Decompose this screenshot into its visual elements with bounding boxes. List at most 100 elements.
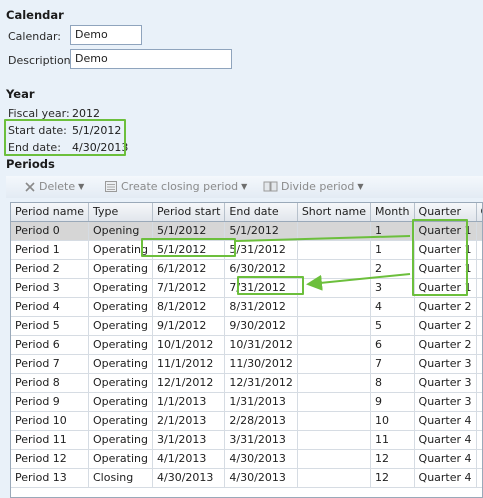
table-cell[interactable]: 12 <box>370 449 415 469</box>
table-cell[interactable]: 7/1/2012 <box>152 278 226 298</box>
table-cell[interactable]: Quarter 4 <box>414 430 477 450</box>
table-cell[interactable]: Quarter 4 <box>414 449 477 469</box>
table-cell[interactable]: Quarter 3 <box>414 392 477 412</box>
table-cell[interactable] <box>476 335 482 355</box>
table-cell[interactable]: Period 12 <box>11 449 89 469</box>
table-cell[interactable]: 12/31/2012 <box>224 373 298 393</box>
column-header[interactable]: End date <box>224 203 298 222</box>
table-cell[interactable]: 8/31/2012 <box>224 297 298 317</box>
table-cell[interactable]: Period 8 <box>11 373 89 393</box>
table-cell[interactable]: Quarter 2 <box>414 316 477 336</box>
table-cell[interactable] <box>297 316 372 336</box>
table-cell[interactable] <box>476 278 482 298</box>
table-cell[interactable]: 8 <box>370 373 415 393</box>
table-cell[interactable] <box>297 297 372 317</box>
table-cell[interactable]: Operating <box>88 335 153 355</box>
table-row[interactable]: Period 11 Operating 3/1/2013 3/31/2013 11 Qua… <box>11 430 482 450</box>
table-cell[interactable] <box>476 373 482 393</box>
table-cell[interactable]: Period 13 <box>11 468 89 488</box>
table-cell[interactable]: Operating <box>88 316 153 336</box>
table-cell[interactable] <box>476 449 482 469</box>
table-cell[interactable]: Period 4 <box>11 297 89 317</box>
table-cell[interactable] <box>297 278 372 298</box>
table-cell[interactable] <box>297 411 372 431</box>
table-cell[interactable]: 9/30/2012 <box>224 316 298 336</box>
column-header[interactable]: Period name <box>11 203 89 222</box>
table-cell[interactable] <box>476 392 482 412</box>
table-cell[interactable]: Operating <box>88 411 153 431</box>
table-cell[interactable]: 4/30/2013 <box>152 468 226 488</box>
table-cell[interactable] <box>297 468 372 488</box>
table-cell[interactable]: 1 <box>370 240 415 260</box>
table-cell[interactable]: 10 <box>370 411 415 431</box>
table-cell[interactable] <box>297 354 372 374</box>
table-cell[interactable]: Operating <box>88 259 153 279</box>
table-cell[interactable]: Operating <box>88 354 153 374</box>
table-cell[interactable]: Period 9 <box>11 392 89 412</box>
table-cell[interactable]: 10/31/2012 <box>224 335 298 355</box>
table-cell[interactable] <box>297 335 372 355</box>
table-cell[interactable]: 1/31/2013 <box>224 392 298 412</box>
table-row[interactable]: Period 4 Operating 8/1/2012 8/31/2012 4 Quart… <box>11 297 482 317</box>
table-cell[interactable] <box>476 354 482 374</box>
table-cell[interactable]: Quarter 2 <box>414 297 477 317</box>
table-cell[interactable]: Closing <box>88 468 153 488</box>
table-cell[interactable] <box>476 316 482 336</box>
table-cell[interactable] <box>476 468 482 488</box>
column-header[interactable]: Short name <box>297 203 372 222</box>
table-cell[interactable] <box>476 221 482 241</box>
description-field[interactable]: Demo <box>70 49 232 69</box>
table-cell[interactable]: Period 6 <box>11 335 89 355</box>
table-cell[interactable]: 1/1/2013 <box>152 392 226 412</box>
table-cell[interactable]: Operating <box>88 392 153 412</box>
delete-button[interactable]: Delete ▼ <box>24 180 84 193</box>
table-row[interactable]: Period 13 Closing 4/30/2013 4/30/2013 12 Quar… <box>11 468 482 488</box>
divide-period-button[interactable]: Divide period ▼ <box>263 180 364 193</box>
table-row[interactable]: Period 8 Operating 12/1/2012 12/31/2012 8 Qua… <box>11 373 482 393</box>
table-row[interactable]: Period 10 Operating 2/1/2013 2/28/2013 10 Qua… <box>11 411 482 431</box>
table-row[interactable]: Period 9 Operating 1/1/2013 1/31/2013 9 Quart… <box>11 392 482 412</box>
column-header[interactable]: Type <box>88 203 153 222</box>
table-cell[interactable]: 1 <box>370 221 415 241</box>
table-cell[interactable]: 5/1/2012 <box>224 221 298 241</box>
table-cell[interactable]: 9 <box>370 392 415 412</box>
table-row[interactable]: Period 7 Operating 11/1/2012 11/30/2012 7 Qua… <box>11 354 482 374</box>
table-cell[interactable]: Period 3 <box>11 278 89 298</box>
table-cell[interactable]: 11 <box>370 430 415 450</box>
table-cell[interactable]: Operating <box>88 297 153 317</box>
table-row[interactable]: Period 12 Operating 4/1/2013 4/30/2013 12 Qua… <box>11 449 482 469</box>
table-cell[interactable]: Period 10 <box>11 411 89 431</box>
table-cell[interactable]: 11/30/2012 <box>224 354 298 374</box>
table-cell[interactable] <box>476 297 482 317</box>
table-cell[interactable]: 3 <box>370 278 415 298</box>
table-cell[interactable] <box>476 411 482 431</box>
table-cell[interactable]: Quarter 3 <box>414 373 477 393</box>
table-cell[interactable]: Operating <box>88 449 153 469</box>
column-header[interactable]: Period start <box>152 203 226 222</box>
table-cell[interactable] <box>297 392 372 412</box>
table-cell[interactable]: 9/1/2012 <box>152 316 226 336</box>
table-cell[interactable]: Period 7 <box>11 354 89 374</box>
create-closing-period-button[interactable]: Create closing period ▼ <box>104 180 247 193</box>
table-cell[interactable] <box>297 449 372 469</box>
table-cell[interactable]: Operating <box>88 278 153 298</box>
table-cell[interactable]: 8/1/2012 <box>152 297 226 317</box>
table-cell[interactable]: Period 2 <box>11 259 89 279</box>
table-cell[interactable] <box>297 259 372 279</box>
table-cell[interactable]: 3/1/2013 <box>152 430 226 450</box>
table-cell[interactable]: Period 5 <box>11 316 89 336</box>
table-cell[interactable]: 10/1/2012 <box>152 335 226 355</box>
table-cell[interactable]: 11/1/2012 <box>152 354 226 374</box>
table-cell[interactable]: 4/30/2013 <box>224 449 298 469</box>
table-cell[interactable]: 12/1/2012 <box>152 373 226 393</box>
table-cell[interactable]: 2/28/2013 <box>224 411 298 431</box>
table-cell[interactable] <box>297 221 372 241</box>
table-cell[interactable]: 4/1/2013 <box>152 449 226 469</box>
table-cell[interactable]: 4 <box>370 297 415 317</box>
table-cell[interactable] <box>297 373 372 393</box>
table-cell[interactable]: Period 0 <box>11 221 89 241</box>
calendar-field[interactable]: Demo <box>70 25 142 45</box>
table-cell[interactable]: Period 11 <box>11 430 89 450</box>
table-cell[interactable]: 12 <box>370 468 415 488</box>
table-cell[interactable] <box>297 430 372 450</box>
